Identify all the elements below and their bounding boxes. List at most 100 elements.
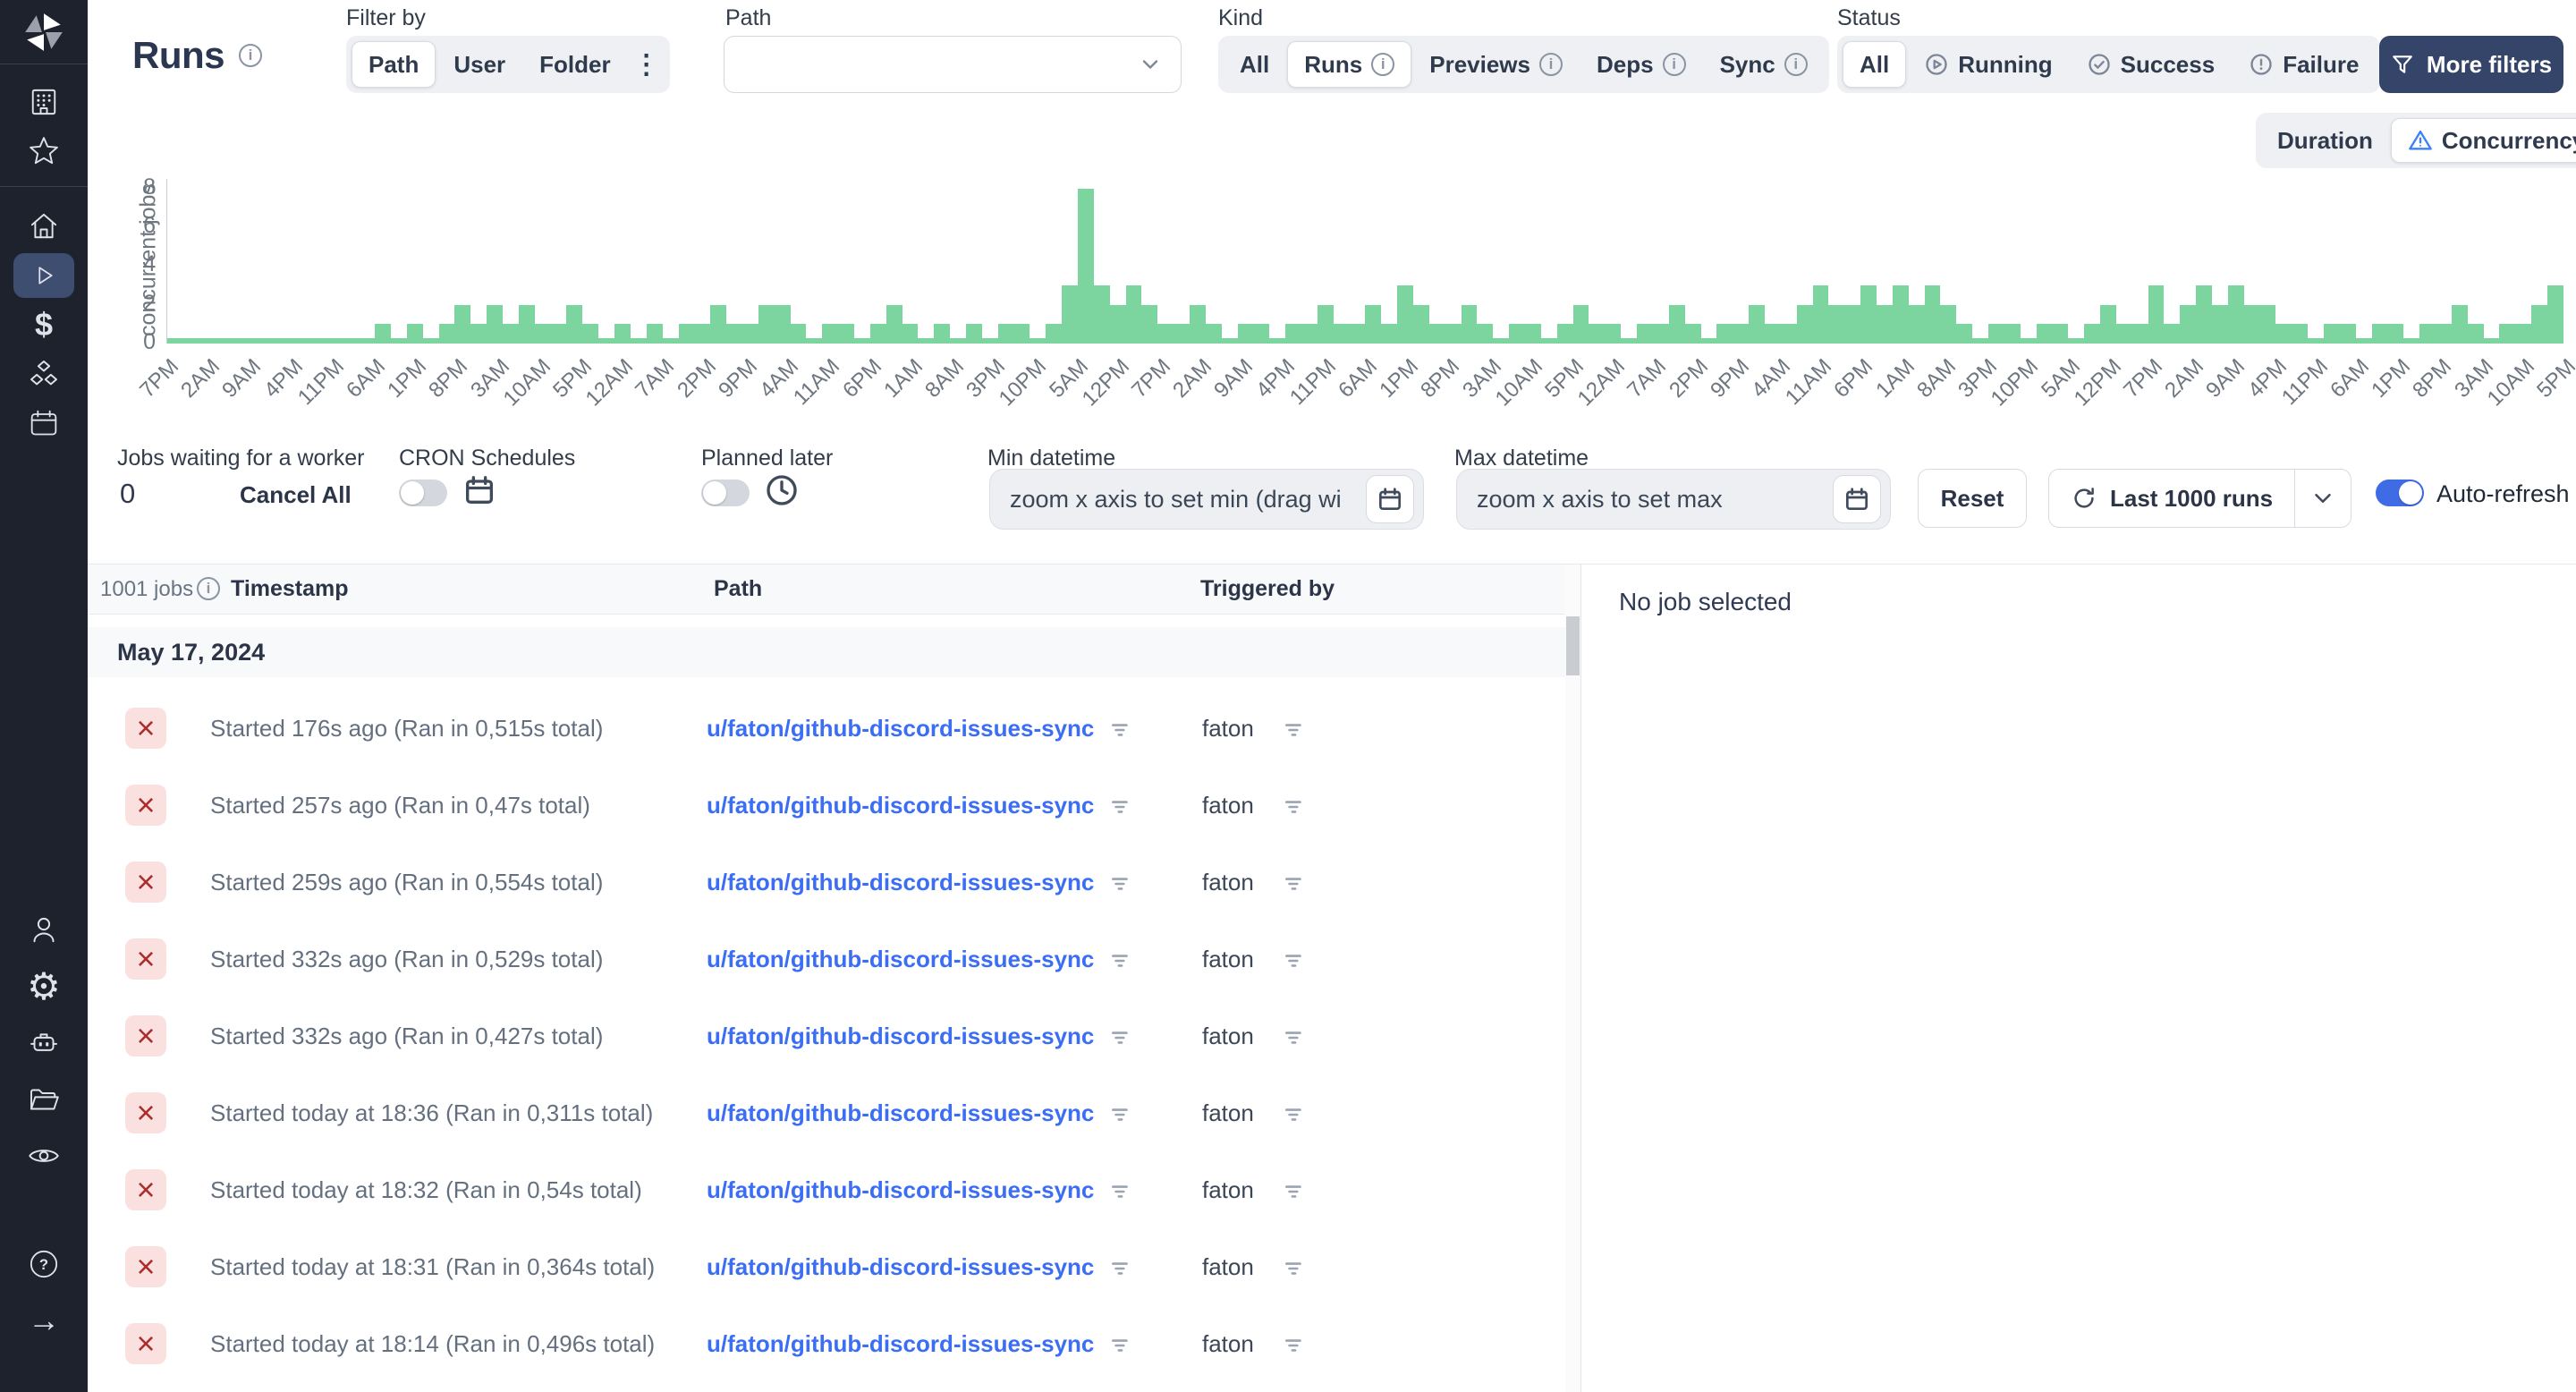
sidebar-item-help[interactable]: ? [0, 1239, 88, 1288]
concurrency-bar [1860, 285, 1877, 344]
auto-refresh-toggle[interactable] [2376, 480, 2424, 506]
table-scrollbar-thumb[interactable] [1566, 616, 1580, 675]
table-row[interactable]: Started 259s ago (Ran in 0,554s total) u/… [88, 844, 1565, 921]
sidebar-item-home[interactable] [0, 201, 88, 250]
filter-by-path-icon[interactable] [1109, 949, 1132, 977]
table-row[interactable]: Started 176s ago (Ran in 0,515s total) u/… [88, 690, 1565, 767]
filter-by-path-icon[interactable] [1109, 795, 1132, 823]
filter-by-path-icon[interactable] [1109, 1257, 1132, 1285]
table-row[interactable]: Started today at 18:14 (Ran in 0,496s to… [88, 1305, 1565, 1382]
run-path-link[interactable]: u/faton/github-discord-issues-sync [707, 1099, 1094, 1127]
filter-by-user-icon[interactable] [1283, 949, 1306, 977]
table-row[interactable]: Started today at 18:36 (Ran in 0,311s to… [88, 1074, 1565, 1151]
max-datetime-calendar-button[interactable] [1833, 475, 1881, 523]
table-row[interactable]: Started 332s ago (Ran in 0,529s total) u/… [88, 921, 1565, 997]
status-all-option[interactable]: All [1843, 41, 1907, 88]
filter-by-path-icon[interactable] [1109, 1334, 1132, 1362]
status-success-option[interactable]: Success [2071, 41, 2232, 88]
run-path-link[interactable]: u/faton/github-discord-issues-sync [707, 1253, 1094, 1281]
kind-runs-option[interactable]: Runs [1287, 41, 1412, 88]
sidebar-item-schedules[interactable] [0, 398, 88, 447]
filter-by-user-icon[interactable] [1283, 872, 1306, 900]
run-path-link[interactable]: u/faton/github-discord-issues-sync [707, 946, 1094, 973]
no-job-selected-text: No job selected [1619, 588, 1792, 615]
filter-by-user-icon[interactable] [1283, 1257, 1306, 1285]
filter-by-user-icon[interactable] [1283, 1334, 1306, 1362]
run-timestamp: Started today at 18:14 (Ran in 0,496s to… [210, 1330, 656, 1357]
table-row[interactable]: Started today at 18:31 (Ran in 0,364s to… [88, 1228, 1565, 1305]
filter-by-folder-option[interactable]: Folder [523, 41, 626, 88]
concurrency-bar [2148, 285, 2165, 344]
runs-info-icon[interactable] [239, 44, 262, 67]
kind-all-option[interactable]: All [1224, 41, 1285, 88]
filter-by-path-icon[interactable] [1109, 1103, 1132, 1131]
cron-calendar-icon[interactable] [462, 472, 497, 513]
sidebar-item-folders[interactable] [0, 1074, 88, 1124]
sidebar-item-variables[interactable]: $ [0, 300, 88, 349]
table-row[interactable]: Started today at 18:32 (Ran in 0,54s tot… [88, 1151, 1565, 1228]
filter-by-user-icon[interactable] [1283, 795, 1306, 823]
run-path-link[interactable]: u/faton/github-discord-issues-sync [707, 1176, 1094, 1204]
sidebar-item-workspace[interactable] [0, 77, 88, 126]
kind-sync-info-icon[interactable] [1784, 53, 1808, 76]
concurrency-bar [454, 304, 471, 344]
filter-by-user-icon[interactable] [1283, 1180, 1306, 1208]
y-tick-label: 2 [143, 290, 156, 316]
duration-tab[interactable]: Duration [2261, 118, 2389, 163]
sidebar-item-expand[interactable]: → [0, 1295, 88, 1345]
sidebar-item-workers[interactable] [0, 1018, 88, 1067]
sidebar-item-settings[interactable]: ⚙ [0, 962, 88, 1011]
runs-window-dropdown-button[interactable] [2295, 470, 2351, 527]
run-path-link[interactable]: u/faton/github-discord-issues-sync [707, 1330, 1094, 1358]
sidebar-item-favorites[interactable] [0, 126, 88, 175]
min-datetime-calendar-button[interactable] [1366, 475, 1414, 523]
concurrency-bar [1109, 304, 1126, 344]
kind-deps-info-icon[interactable] [1662, 53, 1686, 76]
filter-by-user-icon[interactable] [1283, 1026, 1306, 1054]
run-path-link[interactable]: u/faton/github-discord-issues-sync [707, 869, 1094, 896]
filter-by-user-icon[interactable] [1283, 1103, 1306, 1131]
status-failure-option[interactable]: Failure [2233, 41, 2375, 88]
filter-by-path-option[interactable]: Path [352, 41, 436, 88]
run-path-link[interactable]: u/faton/github-discord-issues-sync [707, 715, 1094, 743]
concurrency-chart[interactable] [166, 179, 2563, 344]
table-row[interactable]: Started 257s ago (Ran in 0,47s total) u/f… [88, 767, 1565, 844]
more-filters-button[interactable]: More filters [2379, 36, 2563, 93]
home-icon [30, 213, 57, 238]
kind-runs-info-icon[interactable] [1371, 53, 1395, 76]
filter-by-path-icon[interactable] [1109, 1026, 1132, 1054]
date-group-label: May 17, 2024 [117, 638, 266, 666]
reset-button[interactable]: Reset [1918, 469, 2027, 528]
kind-sync-option[interactable]: Sync [1704, 41, 1824, 88]
sidebar-item-runs[interactable] [0, 250, 88, 300]
filter-by-path-icon[interactable] [1109, 718, 1132, 746]
filter-by-path-icon[interactable] [1109, 872, 1132, 900]
kind-deps-option[interactable]: Deps [1580, 41, 1702, 88]
min-datetime-input[interactable]: zoom x axis to set min (drag wi [989, 469, 1424, 530]
sidebar-item-resources[interactable] [0, 349, 88, 398]
status-running-option[interactable]: Running [1908, 41, 2068, 88]
windmill-logo-icon[interactable] [0, 0, 88, 64]
path-filter-select[interactable] [724, 36, 1182, 93]
cancel-all-button[interactable]: Cancel All [240, 481, 352, 509]
planned-clock-icon[interactable] [764, 472, 800, 513]
sidebar-item-audit-logs[interactable] [0, 1131, 88, 1180]
kind-previews-info-icon[interactable] [1538, 53, 1563, 76]
cron-schedules-toggle[interactable] [399, 480, 447, 506]
filter-by-user-option[interactable]: User [437, 41, 521, 88]
filter-by-user-icon[interactable] [1283, 718, 1306, 746]
concurrency-tab[interactable]: Concurrency [2390, 118, 2576, 163]
run-path-link[interactable]: u/faton/github-discord-issues-sync [707, 792, 1094, 819]
kebab-menu-icon[interactable] [629, 49, 665, 81]
table-row[interactable]: Started 332s ago (Ran in 0,427s total) u/… [88, 997, 1565, 1074]
kind-previews-option[interactable]: Previews [1413, 41, 1579, 88]
jobs-count-info-icon[interactable] [197, 577, 220, 600]
filter-by-path-icon[interactable] [1109, 1180, 1132, 1208]
max-datetime-input[interactable]: zoom x axis to set max [1456, 469, 1891, 530]
run-path-link[interactable]: u/faton/github-discord-issues-sync [707, 1023, 1094, 1050]
sidebar-item-users[interactable] [0, 905, 88, 955]
sidebar: $ ⚙ ? → [0, 0, 88, 1392]
concurrency-bar [2387, 324, 2404, 344]
planned-later-toggle[interactable] [701, 480, 750, 506]
refresh-runs-button[interactable]: Last 1000 runs [2049, 470, 2294, 527]
